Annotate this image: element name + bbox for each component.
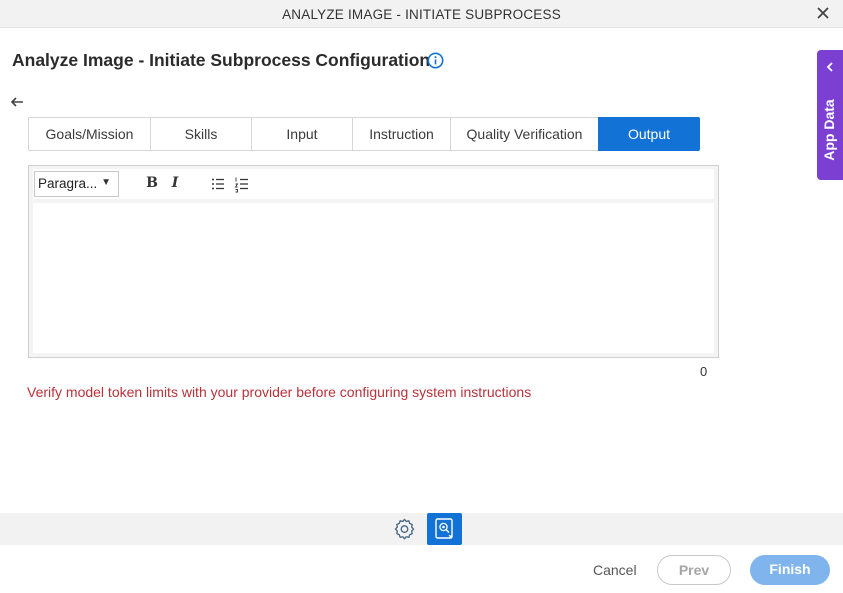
footer-toolbar [0, 513, 843, 545]
tab-instruction[interactable]: Instruction [352, 117, 451, 151]
finish-button[interactable]: Finish [750, 555, 830, 585]
tab-goals-mission[interactable]: Goals/Mission [28, 117, 151, 151]
italic-button[interactable]: I [166, 175, 184, 193]
tab-bar: Goals/Mission Skills Input Instruction Q… [28, 117, 700, 151]
dropdown-arrow-icon: ▼ [101, 177, 111, 188]
window-title: ANALYZE IMAGE - INITIATE SUBPROCESS [282, 7, 561, 22]
ai-assist-button[interactable] [427, 513, 462, 545]
app-data-label-wrap: App Data [817, 92, 843, 172]
app-data-panel-toggle[interactable]: App Data [817, 50, 843, 180]
cancel-button[interactable]: Cancel [593, 562, 637, 578]
format-select[interactable]: Paragra... ▼ [34, 171, 119, 197]
chevron-left-icon [826, 62, 833, 72]
app-data-label: App Data [821, 99, 837, 161]
bullet-list-icon[interactable] [209, 175, 227, 193]
editor-content-area[interactable] [33, 203, 714, 353]
tab-quality-verification[interactable]: Quality Verification [450, 117, 599, 151]
tab-input[interactable]: Input [251, 117, 353, 151]
tab-skills[interactable]: Skills [150, 117, 252, 151]
warning-message: Verify model token limits with your prov… [27, 384, 532, 400]
format-select-value: Paragra... [38, 176, 98, 191]
bold-button[interactable]: B [143, 175, 161, 193]
title-bar: ANALYZE IMAGE - INITIATE SUBPROCESS [0, 0, 843, 28]
close-icon[interactable] [815, 5, 831, 21]
gear-icon[interactable] [393, 517, 416, 540]
editor-toolbar: Paragra... ▼ B I [33, 169, 714, 199]
ai-assist-icon [435, 518, 453, 539]
back-arrow-icon[interactable] [9, 94, 25, 110]
tab-output[interactable]: Output [598, 117, 700, 151]
prev-button[interactable]: Prev [657, 555, 731, 585]
numbered-list-icon[interactable] [233, 175, 251, 193]
info-icon[interactable] [427, 52, 444, 69]
page-title: Analyze Image - Initiate Subprocess Conf… [12, 50, 431, 70]
rich-text-editor: Paragra... ▼ B I [28, 165, 719, 358]
character-counter: 0 [700, 364, 708, 379]
